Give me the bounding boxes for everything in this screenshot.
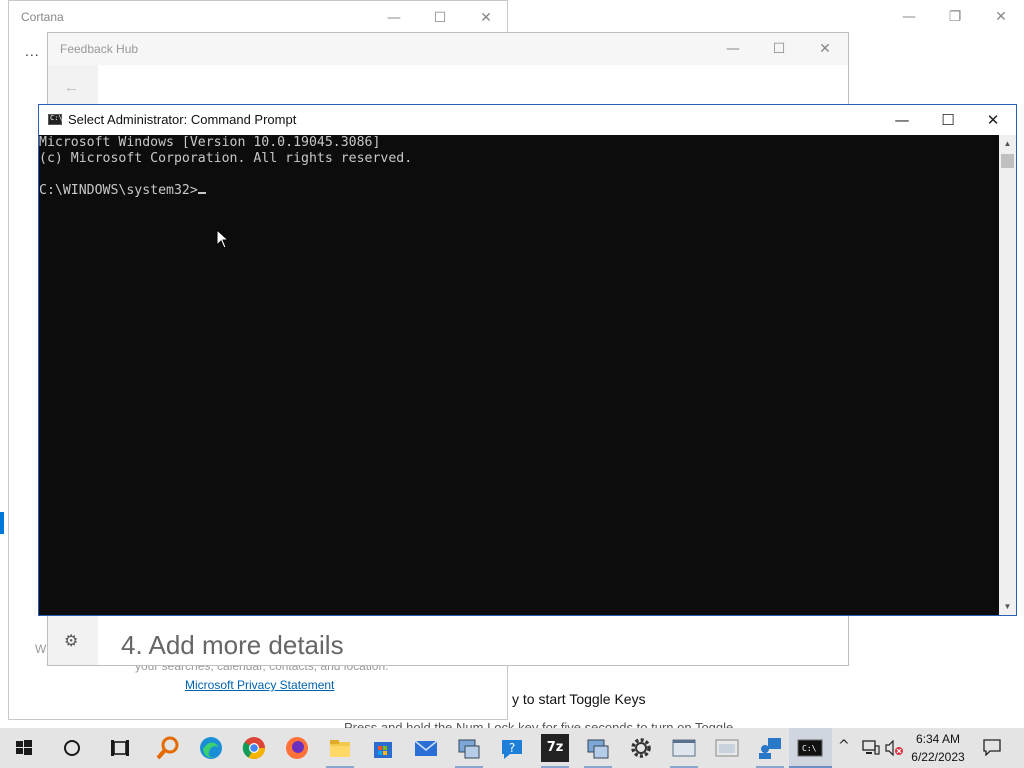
cortana-close-button[interactable]: ✕ (463, 3, 509, 33)
cmd-app-icon[interactable]: C:\ (48, 114, 63, 125)
cmd-titlebar[interactable]: C:\ Select Administrator: Command Prompt… (39, 105, 1016, 135)
prompt-line: C:\WINDOWS\system32> (39, 183, 999, 199)
people-app-icon[interactable] (756, 734, 784, 762)
feedback-hub-title: Feedback Hub (60, 42, 139, 56)
cortana-minimize-button[interactable]: — (371, 3, 417, 33)
feedback-close-button[interactable]: ✕ (802, 34, 848, 64)
feedback-hub-titlebar: Feedback Hub — ☐ ✕ (48, 33, 848, 65)
network-icon[interactable] (862, 740, 880, 756)
cmd-maximize-button[interactable]: ☐ (925, 105, 971, 135)
left-accent-bar (0, 512, 4, 534)
network-app-icon[interactable] (455, 734, 483, 762)
search-magnifier-app-icon[interactable] (154, 734, 182, 762)
cortana-maximize-button[interactable]: ☐ (417, 3, 463, 33)
clock-date: 6/22/2023 (911, 750, 965, 764)
section-heading: 4. Add more details (121, 630, 344, 660)
console-line: (c) Microsoft Corporation. All rights re… (39, 151, 413, 166)
svg-text:C:\: C:\ (802, 744, 817, 753)
cortana-title: Cortana (21, 10, 64, 24)
command-prompt-icon[interactable]: C:\ (796, 734, 824, 762)
settings-icon[interactable] (627, 734, 655, 762)
bg-restore-button[interactable]: ❐ (932, 6, 978, 28)
clock-time: 6:34 AM (915, 732, 961, 746)
gear-icon[interactable]: ⚙ (64, 631, 78, 651)
scroll-thumb[interactable] (1001, 154, 1014, 168)
start-icon[interactable] (10, 734, 38, 762)
7zip-icon[interactable]: 7z (541, 734, 569, 762)
app-window-2-icon[interactable] (713, 734, 741, 762)
cortana-more-button[interactable]: ... (25, 43, 40, 59)
cmd-console-area[interactable]: Microsoft Windows [Version 10.0.19045.30… (39, 135, 999, 615)
numlock-text: Press and hold the Num Lock key for five… (344, 720, 734, 728)
volume-muted-icon[interactable] (884, 740, 904, 756)
prompt-text: C:\WINDOWS\system32> (39, 183, 198, 198)
network-app-2-icon[interactable] (584, 734, 612, 762)
cmd-title: Select Administrator: Command Prompt (68, 112, 297, 127)
edge-icon[interactable] (197, 734, 225, 762)
task-view-icon[interactable] (106, 734, 134, 762)
feedback-minimize-button[interactable]: — (710, 34, 756, 64)
scroll-up-arrow-icon[interactable]: ▲ (999, 135, 1016, 152)
toggle-keys-text: y to start Toggle Keys (512, 691, 646, 707)
privacy-statement-link[interactable]: Microsoft Privacy Statement (185, 678, 334, 692)
back-arrow-icon[interactable]: ← (64, 79, 79, 96)
chrome-icon[interactable] (240, 734, 268, 762)
cmd-minimize-button[interactable]: — (879, 105, 925, 135)
cortana-search-icon[interactable] (58, 734, 86, 762)
mail-icon[interactable] (412, 734, 440, 762)
bg-minimize-button[interactable]: — (886, 6, 932, 28)
mouse-pointer-icon (216, 229, 230, 249)
help-icon[interactable]: ? (498, 734, 526, 762)
tray-chevron-icon[interactable]: ^ (838, 738, 850, 754)
file-explorer-icon[interactable] (326, 734, 354, 762)
vertical-scrollbar[interactable]: ▲ ▼ (999, 135, 1016, 615)
taskbar: ? 7z C:\ ^ 6:34 AM 6/22/2023 (0, 728, 1024, 768)
clock[interactable]: 6:34 AM 6/22/2023 (903, 730, 973, 766)
microsoft-store-icon[interactable] (369, 734, 397, 762)
scroll-down-arrow-icon[interactable]: ▼ (999, 598, 1016, 615)
cmd-close-button[interactable]: ✕ (970, 105, 1016, 135)
notifications-icon[interactable] (982, 738, 1002, 756)
text-cursor (197, 192, 206, 194)
firefox-icon[interactable] (283, 734, 311, 762)
bg-close-button[interactable]: ✕ (978, 6, 1024, 28)
console-line: Microsoft Windows [Version 10.0.19045.30… (39, 135, 381, 150)
app-window-icon[interactable] (670, 734, 698, 762)
command-prompt-window: C:\ Select Administrator: Command Prompt… (38, 104, 1017, 616)
feedback-maximize-button[interactable]: ☐ (756, 34, 802, 64)
svg-text:?: ? (509, 741, 515, 755)
